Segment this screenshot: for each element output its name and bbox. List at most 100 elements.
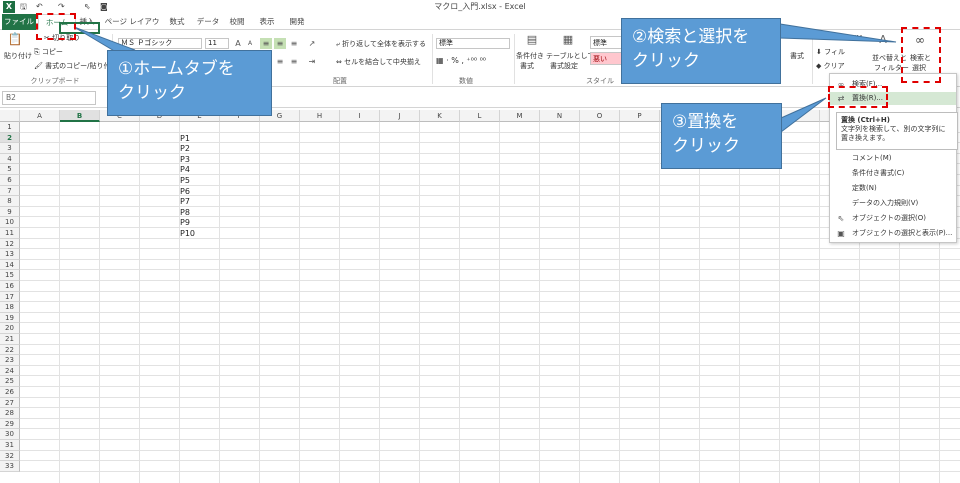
cell-value[interactable]: P4 — [180, 164, 190, 175]
column-header[interactable]: B — [60, 110, 100, 122]
autosum-button[interactable]: Σ SUM — [840, 34, 862, 43]
row-header[interactable]: 18 — [0, 302, 20, 313]
column-header[interactable]: K — [420, 110, 460, 122]
format-as-table-icon[interactable]: ▦ — [560, 34, 576, 48]
row-header[interactable]: 16 — [0, 281, 20, 292]
cell-value[interactable]: P7 — [180, 196, 190, 207]
row-header[interactable]: 7 — [0, 185, 20, 197]
row-header[interactable]: 29 — [0, 418, 20, 430]
column-header[interactable]: M — [500, 110, 540, 122]
row-header[interactable]: 5 — [0, 164, 20, 175]
row-header[interactable]: 23 — [0, 355, 20, 366]
column-header[interactable]: N — [540, 110, 580, 122]
row-header[interactable]: 4 — [0, 153, 20, 165]
row-header[interactable]: 9 — [0, 206, 20, 218]
font-size-combo[interactable]: 11 — [205, 38, 229, 49]
cell-value[interactable]: P2 — [180, 143, 190, 154]
cell-value[interactable]: P9 — [180, 217, 190, 228]
row-header[interactable]: 30 — [0, 429, 20, 440]
style-standard[interactable]: 標準 — [590, 36, 622, 49]
tab-view[interactable]: 表示 — [256, 14, 278, 30]
column-header[interactable]: T — [780, 110, 820, 122]
row-header[interactable]: 25 — [0, 376, 20, 387]
row-header[interactable]: 22 — [0, 344, 20, 356]
row-header[interactable]: 21 — [0, 334, 20, 345]
indent-icon[interactable]: ⇥ — [306, 56, 318, 67]
row-header[interactable]: 17 — [0, 291, 20, 303]
format-as-table-button[interactable]: テーブルとして — [546, 52, 594, 61]
tab-developer[interactable]: 開発 — [286, 14, 308, 30]
tab-file[interactable]: ファイル — [2, 14, 36, 30]
select-all-corner[interactable] — [0, 110, 20, 122]
row-header[interactable]: 8 — [0, 196, 20, 207]
orientation-icon[interactable]: ↗ — [306, 38, 318, 49]
style-bad[interactable]: 悪い — [590, 52, 622, 65]
clear-button[interactable]: ◆ クリア — [816, 62, 845, 71]
row-header[interactable]: 11 — [0, 228, 20, 239]
row-header[interactable]: 10 — [0, 217, 20, 228]
row-header[interactable]: 14 — [0, 259, 20, 271]
column-header[interactable]: I — [340, 110, 380, 122]
cell-value[interactable]: P8 — [180, 207, 190, 218]
tab-data[interactable]: データ — [194, 14, 222, 30]
row-header[interactable]: 24 — [0, 365, 20, 377]
tab-formulas[interactable]: 数式 — [166, 14, 188, 30]
column-header[interactable]: A — [20, 110, 60, 122]
fill-button[interactable]: ⬇ フィル — [816, 48, 845, 57]
menu-constant[interactable]: 定数(N) — [830, 182, 956, 195]
menu-select-objects[interactable]: ⇖ オブジェクトの選択(O) — [830, 212, 956, 225]
row-header[interactable]: 31 — [0, 440, 20, 451]
row-header[interactable]: 33 — [0, 461, 20, 472]
align-top-icon[interactable]: ≡ — [260, 38, 272, 49]
merge-center-button[interactable]: ⇔ セルを結合して中央揃え — [336, 58, 421, 67]
font-name-combo[interactable]: ＭＳ Ｐゴシック — [118, 38, 202, 49]
menu-selection-pane[interactable]: ▣ オブジェクトの選択と表示(P)... — [830, 227, 956, 240]
conditional-format-icon[interactable]: ▤ — [524, 34, 540, 48]
cell-value[interactable]: P3 — [180, 154, 190, 165]
sort-filter-icon[interactable]: A — [876, 34, 890, 48]
menu-comment[interactable]: コメント(M) — [830, 152, 956, 165]
format-cells-button[interactable]: 書式 — [790, 52, 804, 61]
conditional-format-button[interactable]: 条件付き — [516, 52, 544, 61]
align-bottom-icon[interactable]: ≡ — [288, 38, 300, 49]
column-header[interactable]: L — [460, 110, 500, 122]
row-header[interactable]: 2 — [0, 132, 20, 144]
align-right-icon[interactable]: ≡ — [288, 56, 300, 67]
format-painter-button[interactable]: 🖌 書式のコピー/貼り付け — [34, 62, 117, 71]
cell-value[interactable]: P5 — [180, 175, 190, 186]
column-header[interactable]: P — [620, 110, 660, 122]
row-header[interactable]: 28 — [0, 408, 20, 419]
name-box[interactable]: B2 — [2, 91, 96, 105]
menu-validation[interactable]: データの入力規則(V) — [830, 197, 956, 210]
align-middle-icon[interactable]: ≡ — [274, 38, 286, 49]
row-header[interactable]: 27 — [0, 397, 20, 409]
row-header[interactable]: 32 — [0, 450, 20, 462]
wrap-text-button[interactable]: ⤶ 折り返して全体を表示する — [336, 40, 426, 49]
row-header[interactable]: 3 — [0, 143, 20, 154]
row-header[interactable]: 20 — [0, 323, 20, 334]
paste-button[interactable]: 貼り付け — [4, 52, 32, 61]
shrink-font-icon[interactable]: A — [244, 38, 256, 49]
align-center-icon[interactable]: ≡ — [274, 56, 286, 67]
number-format-combo[interactable]: 標準 — [436, 38, 510, 49]
column-header[interactable]: J — [380, 110, 420, 122]
number-format-buttons[interactable]: ▦ · % , ⁺⁰⁰ ⁰⁰ — [436, 56, 486, 65]
cell-value[interactable]: P1 — [180, 133, 190, 144]
row-header[interactable]: 26 — [0, 387, 20, 398]
paste-icon[interactable]: 📋 — [7, 33, 23, 48]
copy-button[interactable]: ⎘ コピー — [34, 48, 63, 57]
menu-conditional-format[interactable]: 条件付き書式(C) — [830, 167, 956, 180]
grow-font-icon[interactable]: A — [232, 38, 244, 49]
row-header[interactable]: 6 — [0, 175, 20, 186]
row-header[interactable]: 1 — [0, 122, 20, 133]
row-header[interactable]: 19 — [0, 312, 20, 324]
column-header[interactable]: O — [580, 110, 620, 122]
row-header[interactable]: 13 — [0, 249, 20, 260]
row-header[interactable]: 15 — [0, 270, 20, 281]
cell-value[interactable]: P10 — [180, 228, 195, 239]
tab-review[interactable]: 校閲 — [226, 14, 248, 30]
spreadsheet-grid[interactable]: ABCDEFGHIJKLMNOPQRSTUVW12345678910111213… — [0, 110, 960, 483]
cell-value[interactable]: P6 — [180, 186, 190, 197]
tab-page-layout[interactable]: ページ レイアウト — [102, 14, 162, 42]
column-header[interactable]: H — [300, 110, 340, 122]
